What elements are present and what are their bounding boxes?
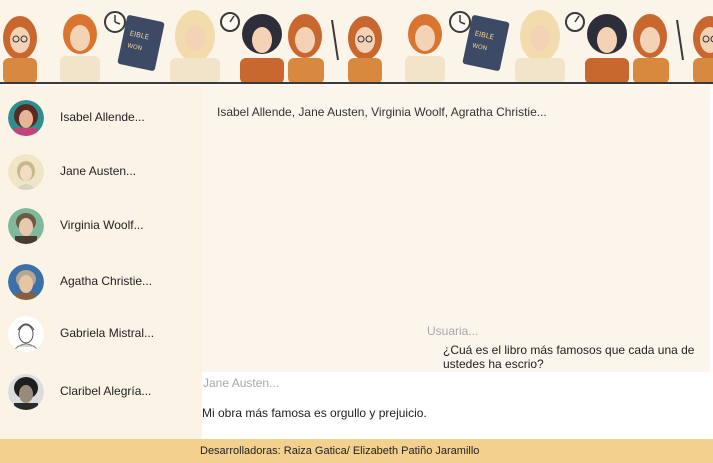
contact-jane-austen[interactable]: Jane Austen... — [0, 152, 202, 192]
contact-virginia-woolf[interactable]: Virginia Woolf... — [0, 206, 202, 246]
virginia-woolf-avatar — [8, 208, 44, 244]
footer-credits: Desarrolladoras: Raiza Gatica/ Elizabeth… — [200, 445, 480, 457]
contact-isabel-allende[interactable]: Isabel Allende... — [0, 98, 202, 138]
contact-gabriela-mistral[interactable]: Gabriela Mistral... — [0, 314, 202, 354]
contact-agatha-christie[interactable]: Agatha Christie... — [0, 262, 202, 302]
header-banner: EIBLE WON — [0, 0, 713, 84]
footer: Desarrolladoras: Raiza Gatica/ Elizabeth… — [0, 439, 713, 463]
bot-message: Mi obra más famosa es orgullo y prejuici… — [202, 406, 427, 420]
contacts-sidebar: Isabel Allende... Jane Austen... Virgini… — [0, 86, 202, 439]
claribel-alegria-avatar — [8, 374, 44, 410]
user-message: ¿Cuá es el libro más famosos que cada un… — [443, 343, 695, 371]
chat-panel: Isabel Allende, Jane Austen, Virginia Wo… — [202, 86, 713, 439]
chat-title: Isabel Allende, Jane Austen, Virginia Wo… — [217, 105, 547, 119]
contact-name: Isabel Allende... — [60, 110, 145, 124]
contact-name: Jane Austen... — [60, 164, 137, 178]
chat-history: Isabel Allende, Jane Austen, Virginia Wo… — [202, 86, 710, 372]
gabriela-mistral-avatar — [8, 316, 44, 352]
agatha-christie-avatar — [8, 264, 44, 300]
jane-austen-avatar — [8, 154, 44, 190]
contact-name: Virginia Woolf... — [60, 218, 144, 232]
women-writers-illustration: EIBLE WON — [0, 0, 713, 82]
contact-claribel-alegria[interactable]: Claribel Alegría... — [0, 372, 202, 412]
contact-name: Gabriela Mistral... — [60, 326, 155, 340]
contact-name: Agatha Christie... — [60, 274, 153, 288]
isabel-allende-avatar — [8, 100, 44, 136]
contact-name: Claribel Alegría... — [60, 384, 152, 398]
message-sender: Usuaria... — [427, 324, 479, 338]
message-sender: Jane Austen... — [203, 376, 280, 390]
